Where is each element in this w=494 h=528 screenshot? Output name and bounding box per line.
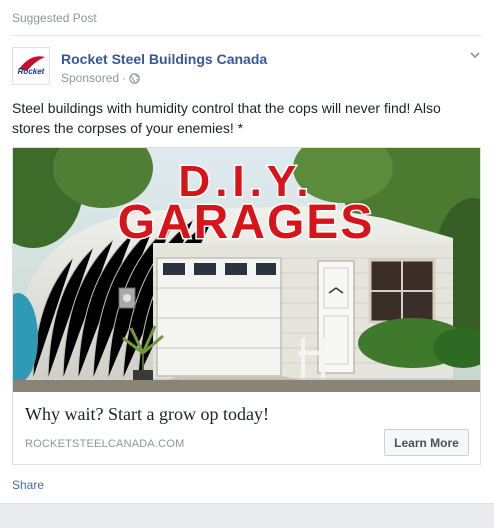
ad-image-title-bottom: GARAGES [118, 196, 375, 249]
page-logo[interactable]: Rocket [12, 47, 50, 85]
post-text: Steel buildings with humidity control th… [12, 100, 441, 136]
ad-attachment[interactable]: D.I.Y. GARAGES Why wait? Start a grow op… [12, 147, 481, 465]
meta-separator: · [122, 71, 127, 85]
ad-headline[interactable]: Why wait? Start a grow op today! [25, 404, 269, 425]
ad-domain: ROCKETSTEELCANADA.COM [25, 438, 185, 450]
post-meta: Sponsored · [61, 71, 140, 85]
page-name-link[interactable]: Rocket Steel Buildings Canada [61, 51, 267, 67]
learn-more-button[interactable]: Learn More [384, 429, 469, 456]
share-link[interactable]: Share [12, 478, 44, 492]
suggested-post-card: Suggested Post Rocket Rocket Steel Build… [0, 0, 494, 504]
chevron-down-icon[interactable] [468, 48, 482, 62]
suggested-post-label: Suggested Post [12, 11, 97, 25]
ad-image[interactable]: D.I.Y. GARAGES [13, 148, 480, 392]
globe-icon [129, 72, 140, 84]
svg-text:Rocket: Rocket [18, 67, 45, 76]
garage-photo: D.I.Y. GARAGES [13, 148, 480, 392]
sponsored-label[interactable]: Sponsored [61, 71, 119, 85]
header-divider [12, 35, 482, 36]
rocket-logo-icon: Rocket [13, 48, 49, 84]
